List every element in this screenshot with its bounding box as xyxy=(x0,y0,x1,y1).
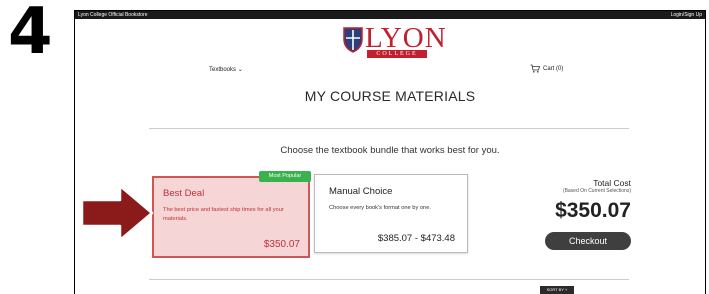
sort-by-label: SORT BY xyxy=(546,287,564,292)
chevron-down-icon: ⌄ xyxy=(237,67,243,73)
total-cost-subtitle: (Based On Current Selections) xyxy=(562,188,631,194)
textbooks-label: Textbooks xyxy=(209,67,237,73)
step-number: 4 xyxy=(8,0,53,69)
best-deal-price: $350.07 xyxy=(263,239,300,250)
best-deal-description: The best price and fastest ship times fo… xyxy=(163,207,284,222)
bundle-subtitle: Choose the textbook bundle that works be… xyxy=(280,145,500,156)
checkout-button[interactable]: Checkout xyxy=(545,232,631,250)
annotation-arrow-icon xyxy=(80,184,154,242)
page-title: MY COURSE MATERIALS xyxy=(304,88,476,104)
total-cost-amount: $350.07 xyxy=(555,199,631,222)
crest-icon xyxy=(343,27,363,53)
cart-label: Cart (0) xyxy=(543,65,564,72)
top-bar: Lyon College Official Bookstore Login/Si… xyxy=(75,11,705,19)
divider xyxy=(149,128,629,129)
manual-choice-price: $385.07 - $473.48 xyxy=(377,233,455,244)
most-popular-badge: Most Popular xyxy=(259,171,311,182)
chevron-down-icon: ˅ xyxy=(565,287,568,292)
textbooks-menu[interactable]: Textbooks ⌄ xyxy=(209,66,243,73)
best-deal-card[interactable]: Best Deal The best price and fastest shi… xyxy=(152,176,310,258)
total-cost-title: Total Cost xyxy=(593,178,631,188)
best-deal-title: Best Deal xyxy=(163,188,205,199)
logo-subtext: COLLEGE xyxy=(367,50,427,58)
manual-choice-card[interactable]: Manual Choice Choose every book's format… xyxy=(314,174,468,253)
divider xyxy=(149,279,629,280)
browser-page: Lyon College Official Bookstore Login/Si… xyxy=(74,10,706,294)
manual-choice-title: Manual Choice xyxy=(329,186,393,197)
manual-choice-description: Choose every book's format one by one. xyxy=(329,205,431,211)
store-name[interactable]: Lyon College Official Bookstore xyxy=(78,11,147,19)
login-link[interactable]: Login/Sign Up xyxy=(671,11,702,19)
lyon-logo[interactable]: LYON COLLEGE xyxy=(343,23,446,61)
cart-icon xyxy=(530,64,540,73)
logo-wordmark: LYON xyxy=(365,22,447,54)
cart-link[interactable]: Cart (0) xyxy=(530,64,563,73)
